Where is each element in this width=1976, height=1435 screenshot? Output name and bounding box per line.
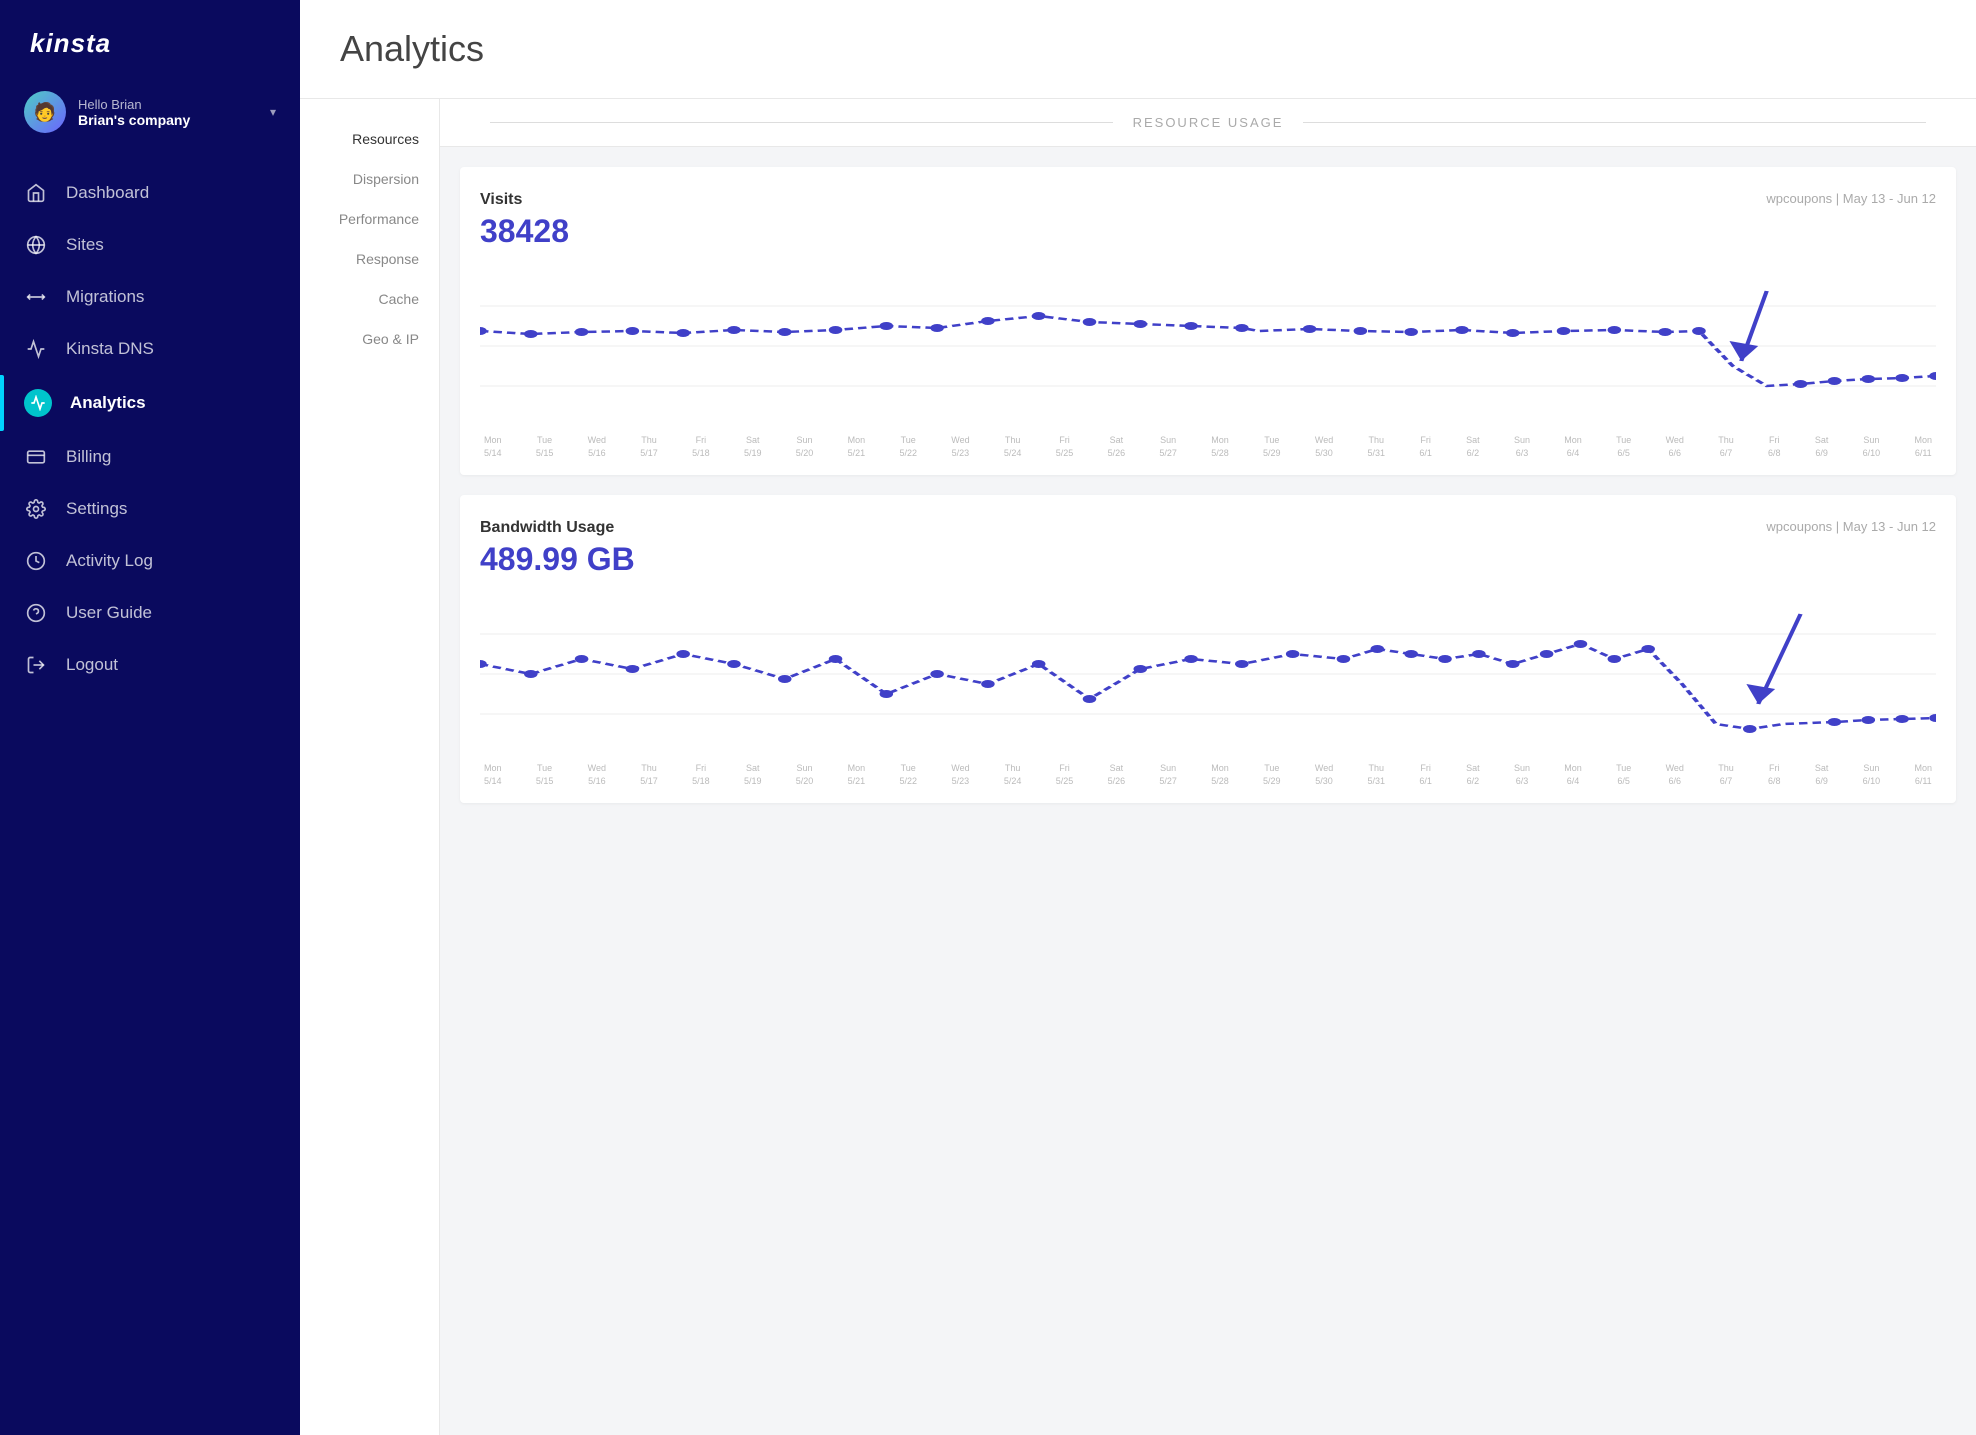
visits-chart: [480, 266, 1936, 426]
nav-label-settings: Settings: [66, 499, 127, 519]
sites-icon: [24, 233, 48, 257]
guide-icon: [24, 601, 48, 625]
visits-header: Visits wpcoupons | May 13 - Jun 12: [480, 191, 1936, 209]
settings-icon: [24, 497, 48, 521]
bandwidth-header: Bandwidth Usage wpcoupons | May 13 - Jun…: [480, 519, 1936, 537]
main-nav: Dashboard Sites Migrations: [0, 157, 300, 701]
sub-nav-resources[interactable]: Resources: [300, 119, 439, 159]
bandwidth-label: Bandwidth Usage: [480, 519, 614, 537]
sub-nav-geo-ip[interactable]: Geo & IP: [300, 319, 439, 359]
visits-meta: wpcoupons | May 13 - Jun 12: [1766, 191, 1936, 206]
nav-label-dashboard: Dashboard: [66, 183, 149, 203]
divider: [490, 122, 1113, 123]
sub-nav: Resources Dispersion Performance Respons…: [300, 99, 440, 1435]
nav-label-billing: Billing: [66, 447, 111, 467]
sidebar-item-dashboard[interactable]: Dashboard: [0, 167, 300, 219]
bandwidth-value: 489.99 GB: [480, 541, 1936, 578]
nav-label-sites: Sites: [66, 235, 104, 255]
logo: kinsta: [0, 0, 300, 79]
visits-dates: Mon5/14 Tue5/15 Wed5/16 Thu5/17 Fri5/18 …: [480, 434, 1936, 459]
user-company: Brian's company: [78, 112, 258, 128]
bandwidth-chart: [480, 594, 1936, 754]
nav-label-analytics: Analytics: [70, 393, 146, 413]
page-header: Analytics: [300, 0, 1976, 99]
bandwidth-dates: Mon5/14 Tue5/15 Wed5/16 Thu5/17 Fri5/18 …: [480, 762, 1936, 787]
bandwidth-chart-card: Bandwidth Usage wpcoupons | May 13 - Jun…: [460, 495, 1956, 803]
dns-icon: [24, 337, 48, 361]
resource-usage-title: RESOURCE USAGE: [1133, 115, 1284, 130]
sidebar-item-billing[interactable]: Billing: [0, 431, 300, 483]
sidebar-item-analytics[interactable]: Analytics: [0, 375, 300, 431]
bandwidth-meta: wpcoupons | May 13 - Jun 12: [1766, 519, 1936, 534]
main-content: Analytics Resources Dispersion Performan…: [300, 0, 1976, 1435]
sub-nav-dispersion[interactable]: Dispersion: [300, 159, 439, 199]
divider2: [1303, 122, 1926, 123]
resource-header: RESOURCE USAGE: [440, 99, 1976, 147]
sidebar-item-activity-log[interactable]: Activity Log: [0, 535, 300, 587]
logout-icon: [24, 653, 48, 677]
sidebar-item-user-guide[interactable]: User Guide: [0, 587, 300, 639]
billing-icon: [24, 445, 48, 469]
visits-svg: [480, 266, 1936, 426]
nav-label-kinsta-dns: Kinsta DNS: [66, 339, 154, 359]
nav-label-migrations: Migrations: [66, 287, 144, 307]
visits-label: Visits: [480, 191, 522, 209]
user-profile[interactable]: 🧑 Hello Brian Brian's company ▾: [0, 79, 300, 157]
bandwidth-svg: [480, 594, 1936, 754]
avatar: 🧑: [24, 91, 66, 133]
activity-icon: [24, 549, 48, 573]
sidebar-item-settings[interactable]: Settings: [0, 483, 300, 535]
sidebar-item-migrations[interactable]: Migrations: [0, 271, 300, 323]
visits-chart-card: Visits wpcoupons | May 13 - Jun 12 38428: [460, 167, 1956, 475]
user-hello: Hello Brian: [78, 97, 258, 112]
user-info: Hello Brian Brian's company: [78, 97, 258, 128]
sub-nav-cache[interactable]: Cache: [300, 279, 439, 319]
migrations-icon: [24, 285, 48, 309]
page-title: Analytics: [340, 28, 1936, 70]
visits-value: 38428: [480, 213, 1936, 250]
sub-nav-response[interactable]: Response: [300, 239, 439, 279]
sidebar-item-sites[interactable]: Sites: [0, 219, 300, 271]
sidebar: kinsta 🧑 Hello Brian Brian's company ▾ D…: [0, 0, 300, 1435]
sidebar-item-logout[interactable]: Logout: [0, 639, 300, 691]
nav-label-activity-log: Activity Log: [66, 551, 153, 571]
charts-area: RESOURCE USAGE Visits wpcoupons | May 13…: [440, 99, 1976, 1435]
home-icon: [24, 181, 48, 205]
nav-label-user-guide: User Guide: [66, 603, 152, 623]
sidebar-item-kinsta-dns[interactable]: Kinsta DNS: [0, 323, 300, 375]
content-area: Resources Dispersion Performance Respons…: [300, 99, 1976, 1435]
analytics-icon: [24, 389, 52, 417]
chevron-down-icon: ▾: [270, 105, 276, 119]
sub-nav-performance[interactable]: Performance: [300, 199, 439, 239]
nav-label-logout: Logout: [66, 655, 118, 675]
